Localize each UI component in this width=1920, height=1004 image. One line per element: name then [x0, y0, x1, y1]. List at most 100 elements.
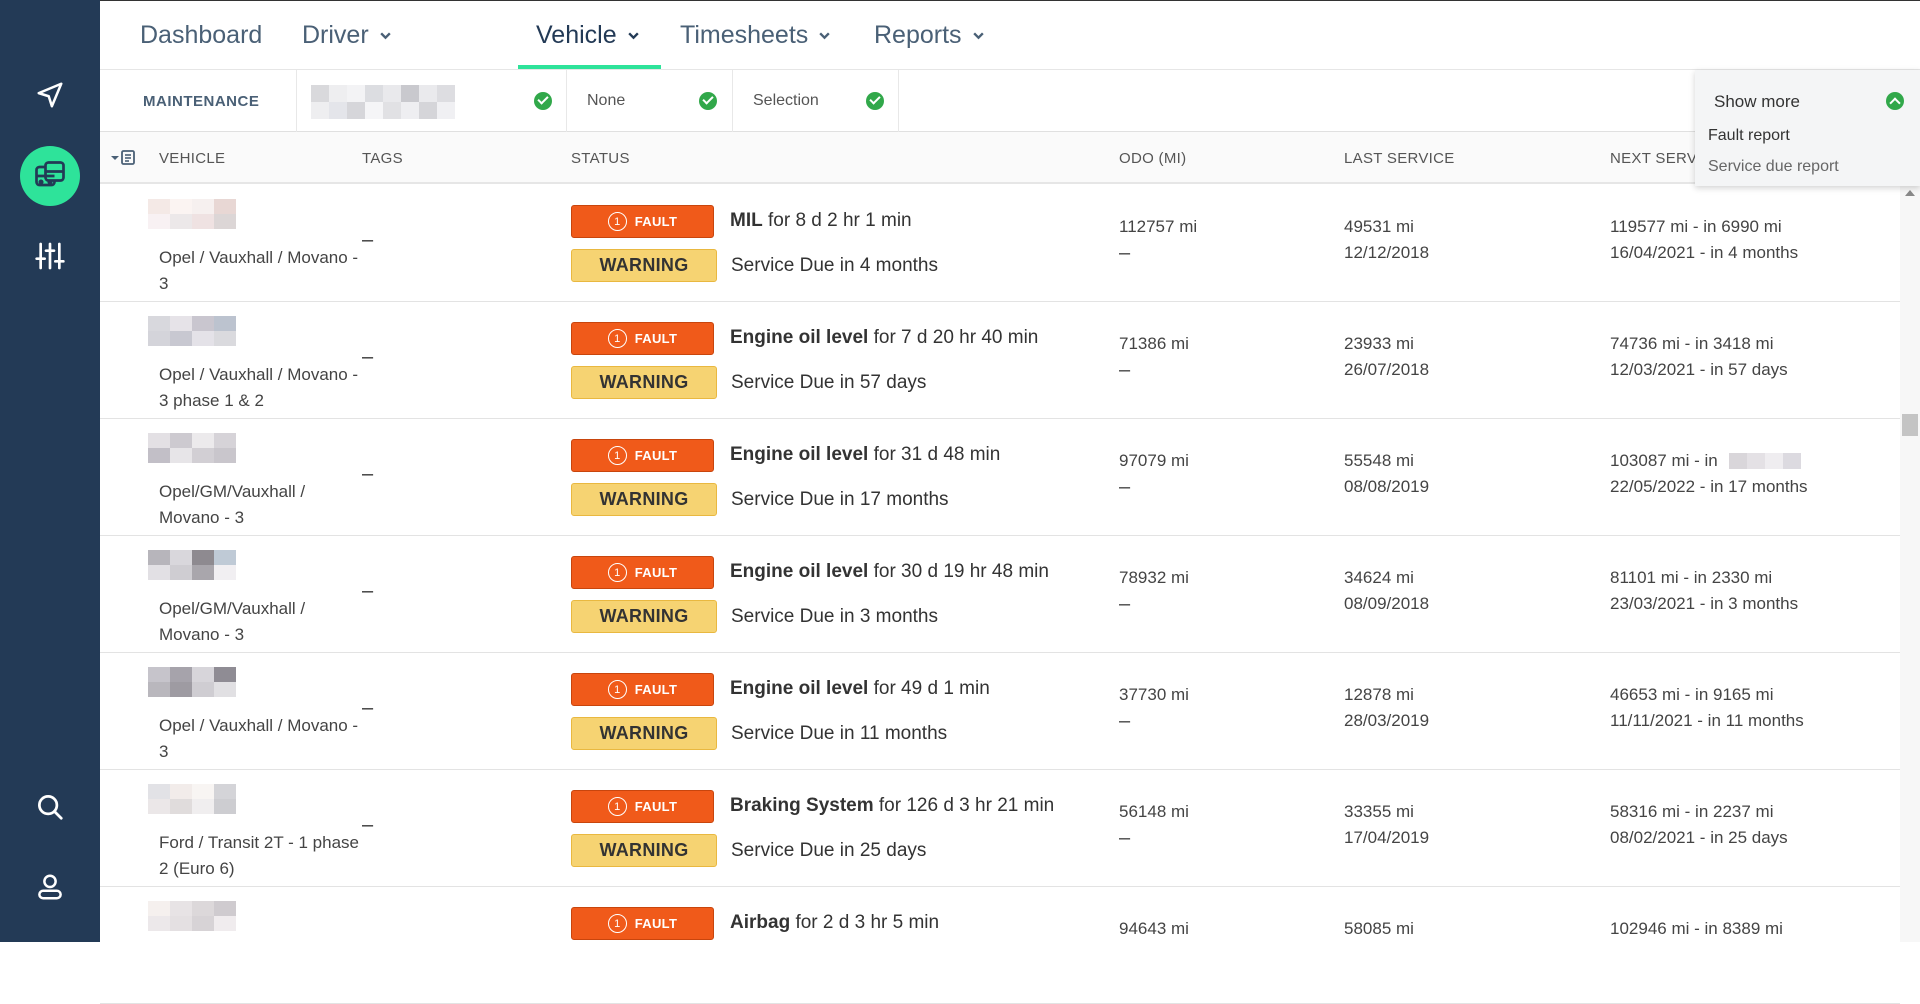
table-row[interactable]: Opel/GM/Vauxhall / Movano - 3– 1 FAULT Engi…: [100, 419, 1900, 536]
vehicle-name[interactable]: Opel/GM/Vauxhall / Movano - 3: [159, 479, 359, 531]
last-service-mileage: 49531 mi: [1344, 217, 1414, 236]
table-row[interactable]: Opel / Vauxhall / Movano - 3–1 FAULT MIL f…: [100, 185, 1900, 302]
navigation-arrow-icon[interactable]: [20, 65, 80, 125]
col-odo[interactable]: ODO (MI): [1119, 132, 1186, 184]
fault-badge[interactable]: 1 FAULT: [571, 205, 714, 238]
redacted-value: [1729, 453, 1801, 469]
vehicle-filter-select[interactable]: [296, 70, 567, 132]
user-icon[interactable]: [20, 857, 80, 917]
table-row[interactable]: Opel / Vauxhall / Movano - 3 phase 1 & 2…: [100, 302, 1900, 419]
nav-reports[interactable]: Reports: [856, 1, 1003, 70]
fault-count: 1: [607, 563, 627, 582]
fault-item: Engine oil level: [730, 678, 869, 699]
fault-badge[interactable]: 1 FAULT: [571, 907, 714, 940]
vehicle-tags: –: [362, 346, 374, 368]
nav-timesheets-label: Timesheets: [680, 21, 809, 49]
col-next-service[interactable]: NEXT SERV: [1610, 132, 1697, 184]
status-filter-select[interactable]: None: [566, 70, 732, 132]
col-last-service[interactable]: LAST SERVICE: [1344, 132, 1455, 184]
scroll-up-arrow-icon[interactable]: [1905, 190, 1915, 196]
fault-report-link[interactable]: Fault report: [1708, 127, 1790, 145]
filter-bar: MAINTENANCE None Selection: [100, 70, 1920, 132]
next-service-date: 16/04/2021 - in 4 months: [1610, 243, 1799, 262]
warning-description: Service Due in 4 months: [731, 255, 938, 276]
odo-secondary: –: [1119, 359, 1131, 381]
table-row[interactable]: Opel/GM/Vauxhall / Movano - 3–1 FAULT Engi…: [100, 536, 1900, 653]
col-vehicle[interactable]: VEHICLE: [159, 132, 225, 184]
odo-value: 112757 mi: [1119, 217, 1198, 236]
chevron-down-icon: [819, 32, 830, 40]
redacted-plate: [148, 433, 236, 463]
vehicle-name[interactable]: Opel / Vauxhall / Movano - 3: [159, 245, 359, 297]
fault-count: 1: [607, 680, 627, 699]
next-service-mileage: 103087 mi - in: [1610, 451, 1718, 470]
fault-duration: for 7 d 20 hr 40 min: [868, 327, 1039, 348]
nav-vehicle-label: Vehicle: [536, 21, 617, 49]
table-row[interactable]: 1 FAULT Airbag for 2 d 3 hr 5 min 94643 mi 5…: [100, 887, 1900, 1004]
nav-vehicle[interactable]: Vehicle: [518, 1, 658, 70]
nav-timesheets[interactable]: Timesheets: [662, 1, 849, 70]
vehicle-name[interactable]: Opel/GM/Vauxhall / Movano - 3: [159, 596, 359, 648]
next-service-mileage: 119577 mi - in 6990 mi: [1610, 217, 1782, 236]
fault-badge[interactable]: 1 FAULT: [571, 556, 714, 589]
fault-badge[interactable]: 1 FAULT: [571, 322, 714, 355]
fault-badge[interactable]: 1 FAULT: [571, 673, 714, 706]
last-service-mileage: 58085 mi: [1344, 919, 1414, 938]
vehicle-tags: –: [362, 463, 374, 485]
redacted-value: [311, 85, 455, 119]
warning-badge[interactable]: WARNING: [571, 366, 717, 399]
service-due-report-link[interactable]: Service due report: [1708, 158, 1839, 176]
warning-description: Service Due in 17 months: [731, 489, 949, 510]
last-service-mileage: 55548 mi: [1344, 451, 1414, 470]
fault-duration: for 49 d 1 min: [868, 678, 990, 699]
selection-filter-select[interactable]: Selection: [732, 70, 899, 132]
column-settings-icon[interactable]: [110, 150, 136, 166]
col-status[interactable]: STATUS: [571, 132, 630, 184]
nav-driver[interactable]: Driver: [284, 1, 410, 70]
warning-badge[interactable]: WARNING: [571, 483, 717, 516]
check-circle-icon: [866, 92, 884, 110]
fault-badge-label: FAULT: [634, 799, 678, 814]
fault-duration: for 30 d 19 hr 48 min: [868, 561, 1049, 582]
warning-badge[interactable]: WARNING: [571, 600, 717, 633]
vertical-scrollbar[interactable]: [1900, 184, 1920, 942]
fault-badge[interactable]: 1 FAULT: [571, 439, 714, 472]
vehicle-name[interactable]: Opel / Vauxhall / Movano - 3 phase 1 & 2: [159, 362, 359, 414]
nav-dashboard[interactable]: Dashboard: [122, 1, 280, 70]
last-service-date: 12/12/2018: [1344, 243, 1430, 262]
scrollbar-thumb[interactable]: [1902, 414, 1918, 436]
warning-badge[interactable]: WARNING: [571, 717, 717, 750]
next-service-mileage: 81101 mi - in 2330 mi: [1610, 568, 1773, 587]
fault-count: 1: [607, 446, 627, 465]
warning-badge[interactable]: WARNING: [571, 249, 717, 282]
fault-badge-label: FAULT: [634, 214, 678, 229]
active-tab-indicator: [518, 65, 661, 69]
next-service-date: 22/05/2022 - in 17 months: [1610, 477, 1808, 496]
sliders-icon[interactable]: [20, 226, 80, 286]
vehicle-name[interactable]: Ford / Transit 2T - 1 phase 2 (Euro 6): [159, 830, 359, 882]
fault-count: 1: [607, 212, 627, 231]
vehicle-bus-icon[interactable]: [20, 146, 80, 206]
show-more-dropdown[interactable]: Show more Fault report Service due repor…: [1695, 70, 1920, 186]
vehicle-name[interactable]: Opel / Vauxhall / Movano - 3: [159, 713, 359, 765]
fault-badge-label: FAULT: [634, 682, 678, 697]
col-tags[interactable]: TAGS: [362, 132, 403, 184]
next-service-mileage: 102946 mi - in 8389 mi: [1610, 919, 1783, 938]
fault-description: Braking System for 126 d 3 hr 21 min: [730, 795, 1054, 817]
table-row[interactable]: Opel / Vauxhall / Movano - 3–1 FAULT Engin…: [100, 653, 1900, 770]
warning-description: Service Due in 3 months: [731, 606, 938, 627]
fault-description: Engine oil level for 31 d 48 min: [730, 444, 1000, 466]
fault-badge[interactable]: 1 FAULT: [571, 790, 714, 823]
odo-value: 71386 mi: [1119, 334, 1189, 353]
show-more-label[interactable]: Show more: [1714, 92, 1800, 112]
redacted-plate: [148, 667, 236, 697]
next-service-date: 08/02/2021 - in 25 days: [1610, 828, 1788, 847]
table-row[interactable]: Ford / Transit 2T - 1 phase 2 (Euro 6) –1…: [100, 770, 1900, 887]
next-service-date: 23/03/2021 - in 3 months: [1610, 594, 1799, 613]
redacted-plate: [148, 784, 236, 814]
chevron-up-icon[interactable]: [1886, 92, 1904, 110]
fault-item: Engine oil level: [730, 327, 869, 348]
warning-badge[interactable]: WARNING: [571, 834, 717, 867]
nav-driver-label: Driver: [302, 21, 369, 49]
search-icon[interactable]: [20, 777, 80, 837]
